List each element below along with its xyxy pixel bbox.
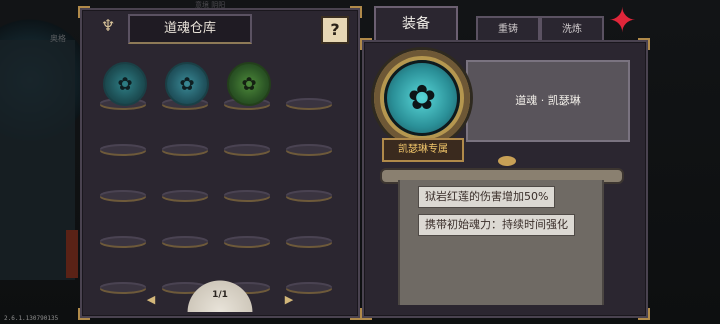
background-scene xyxy=(0,40,75,280)
candelabra-icon: ♆ xyxy=(100,16,116,35)
arrow-left-icon[interactable]: ◀ xyxy=(144,294,158,306)
soul-name: 道魂 · 凯瑟琳 xyxy=(515,94,581,107)
tab-equip[interactable]: 装备 xyxy=(374,6,458,44)
panel-corner-ornament xyxy=(638,308,650,320)
tab-bar: 装备 重铸 洗炼 xyxy=(374,6,604,44)
soul-grid: ✿ ✿ ✿ xyxy=(96,58,346,292)
panel-corner-ornament xyxy=(78,6,90,18)
character-soul-icon: ✿ xyxy=(103,62,147,106)
panel-corner-ornament xyxy=(350,6,362,18)
panel-title: 道魂仓库 xyxy=(128,14,252,44)
effect-line: 携带初始魂力：持续时间强化 xyxy=(418,214,575,236)
character-soul-icon: ✿ xyxy=(384,60,460,136)
effect-line: 狱岩红莲的伤害增加50% xyxy=(418,186,556,208)
background-scene-detail xyxy=(66,230,78,278)
exclusive-badge: 凯瑟琳专属 xyxy=(382,138,464,162)
soul-storage-panel: ♆ 道魂仓库 ? ✿ ✿ ✿ ◀ 1/1 ▶ xyxy=(78,6,362,320)
character-soul-icon: ✿ xyxy=(165,62,209,106)
panel-corner-ornament xyxy=(638,38,650,50)
soul-name-box: 道魂 · 凯瑟琳 xyxy=(466,60,630,142)
panel-corner-ornament xyxy=(360,38,372,50)
panel-corner-ornament xyxy=(78,308,90,320)
panel-corner-ornament xyxy=(360,308,372,320)
soul-portrait: ✿ xyxy=(374,50,470,146)
help-button[interactable]: ? xyxy=(321,16,349,44)
ornament-center xyxy=(498,156,516,166)
page-indicator: 1/1 xyxy=(212,290,228,300)
red-shuriken-close-icon: ✦ xyxy=(608,1,637,41)
pager: ◀ 1/1 ▶ xyxy=(140,272,300,312)
version-label: 2.6.1.130790135 xyxy=(4,315,59,322)
arrow-right-icon[interactable]: ▶ xyxy=(282,294,296,306)
character-soul-icon: ✿ xyxy=(227,62,271,106)
close-button[interactable]: ✦ xyxy=(606,2,646,40)
background-left-text: 奥格 xyxy=(50,34,66,43)
divider-ornament xyxy=(478,154,536,168)
